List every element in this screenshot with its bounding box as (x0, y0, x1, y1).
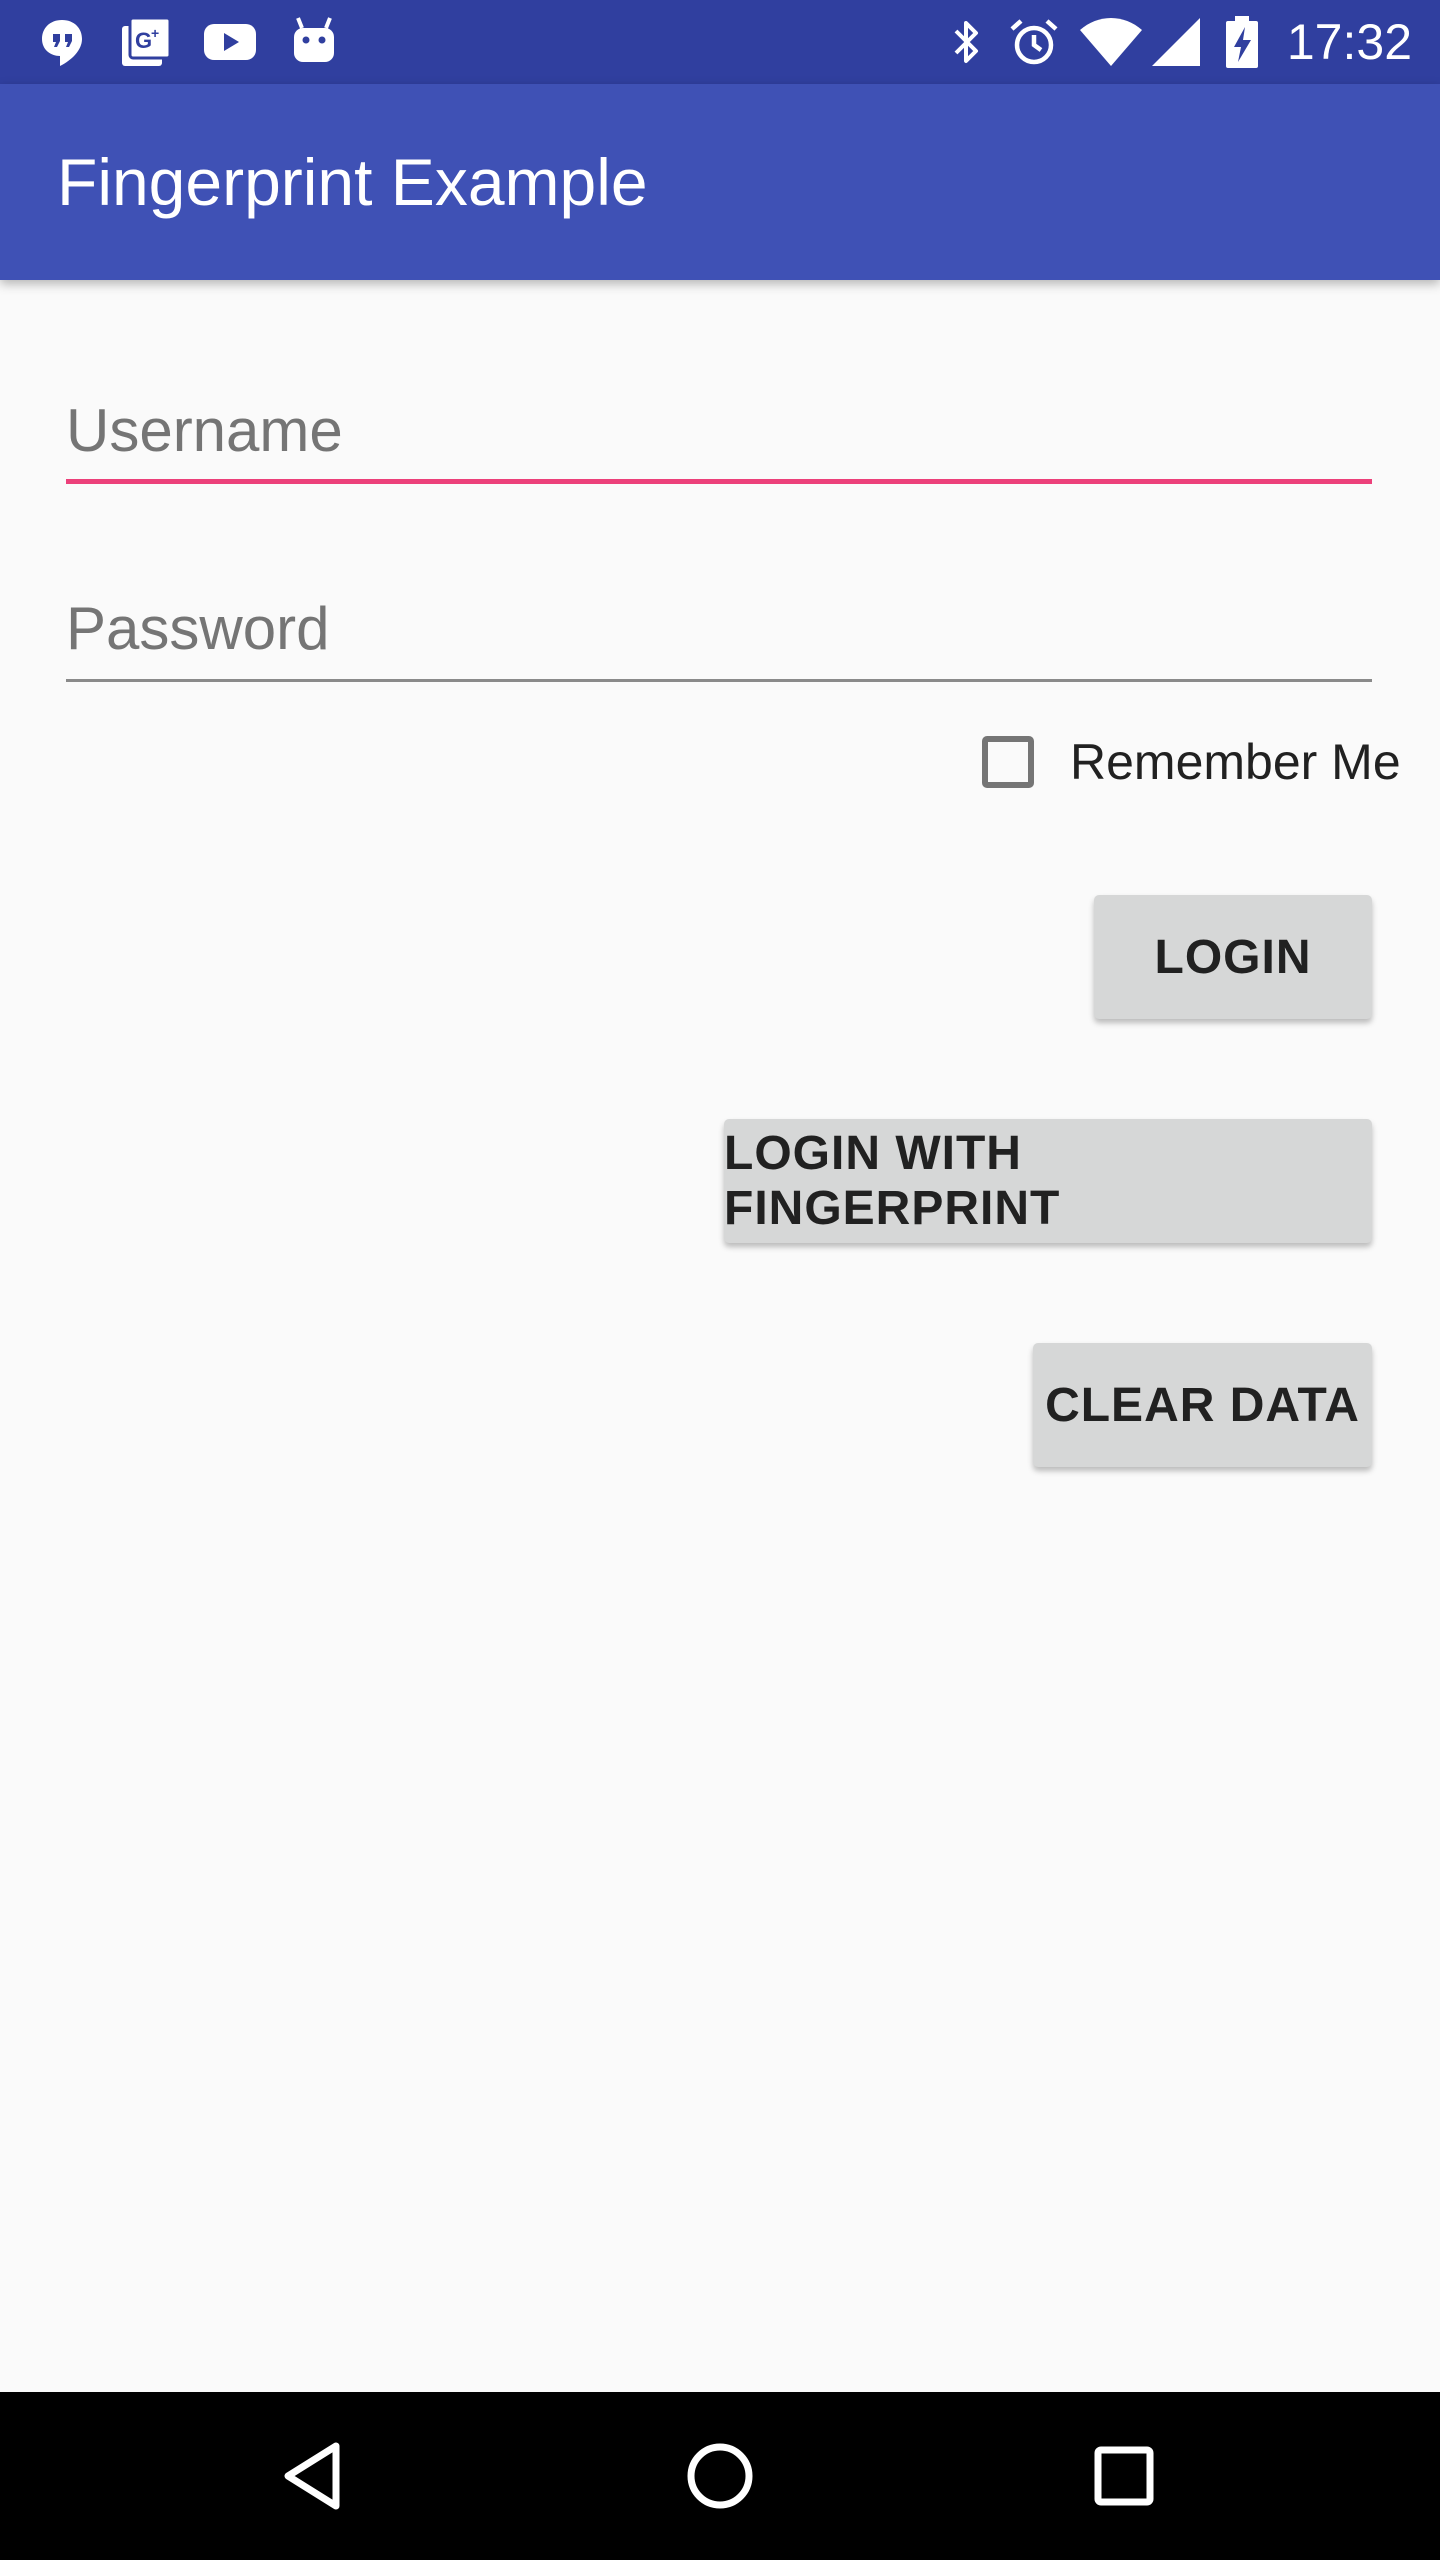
password-field-container (66, 578, 1372, 682)
bluetooth-icon (954, 21, 978, 63)
clear-data-button[interactable]: CLEAR DATA (1033, 1343, 1372, 1467)
home-icon[interactable] (670, 2426, 770, 2526)
svg-text:+: + (151, 25, 159, 41)
remember-me-label: Remember Me (1070, 734, 1401, 790)
navigation-bar (0, 2392, 1440, 2560)
cell-signal-icon (1152, 18, 1200, 66)
clock-time: 17:32 (1286, 14, 1412, 70)
password-underline (66, 679, 1372, 682)
alarm-icon (1010, 19, 1058, 65)
youtube-icon (204, 24, 256, 60)
username-field-container (66, 380, 1372, 484)
remember-me-checkbox[interactable] (982, 736, 1034, 788)
wifi-icon (1080, 18, 1142, 66)
battery-charging-icon (1226, 16, 1258, 68)
hangouts-icon (42, 20, 82, 66)
username-input[interactable] (66, 380, 1372, 480)
status-bar: G + 17:32 (0, 0, 1440, 84)
login-button[interactable]: LOGIN (1094, 895, 1372, 1019)
remember-me-checkbox-row[interactable]: Remember Me (978, 722, 1401, 802)
username-underline (66, 479, 1372, 484)
login-with-fingerprint-button[interactable]: LOGIN WITH FINGERPRINT (724, 1119, 1372, 1243)
svg-text:G: G (135, 28, 152, 53)
password-input[interactable] (66, 578, 1372, 678)
app-title: Fingerprint Example (57, 145, 648, 219)
recents-icon[interactable] (1074, 2426, 1174, 2526)
back-icon[interactable] (266, 2426, 366, 2526)
android-icon (294, 17, 334, 62)
google-plus-icon: G + (122, 16, 172, 66)
app-bar: Fingerprint Example (0, 84, 1440, 280)
